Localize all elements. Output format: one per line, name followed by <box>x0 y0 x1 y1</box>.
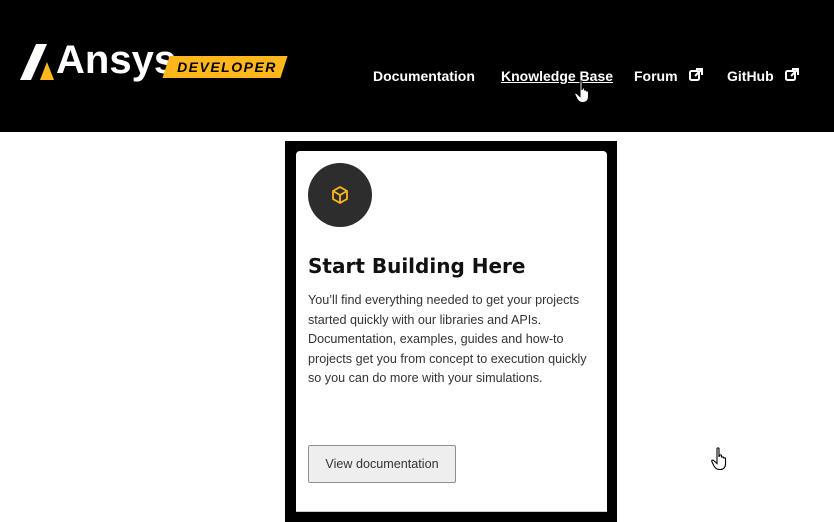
site-header: Ansys DEVELOPER Documentation Knowledge … <box>0 0 834 132</box>
view-documentation-button[interactable]: View documentation <box>308 445 456 483</box>
nav-documentation[interactable]: Documentation <box>373 67 475 85</box>
external-link-icon <box>785 68 799 81</box>
card-description: You’ll find everything needed to get you… <box>308 293 587 385</box>
main-nav: Documentation Knowledge Base Forum GitHu… <box>0 67 834 87</box>
hand-pointer-icon <box>574 80 590 104</box>
card-title: Start Building Here <box>308 254 526 278</box>
hand-pointer-icon <box>711 447 727 471</box>
external-link-icon <box>689 68 703 81</box>
start-building-card: Start Building Here You’ll find everythi… <box>296 151 607 511</box>
icon-circle <box>308 163 372 227</box>
nav-github[interactable]: GitHub <box>727 67 774 85</box>
nav-knowledge-base[interactable]: Knowledge Base <box>501 67 613 85</box>
nav-forum[interactable]: Forum <box>634 67 678 85</box>
cube-icon <box>332 186 348 204</box>
